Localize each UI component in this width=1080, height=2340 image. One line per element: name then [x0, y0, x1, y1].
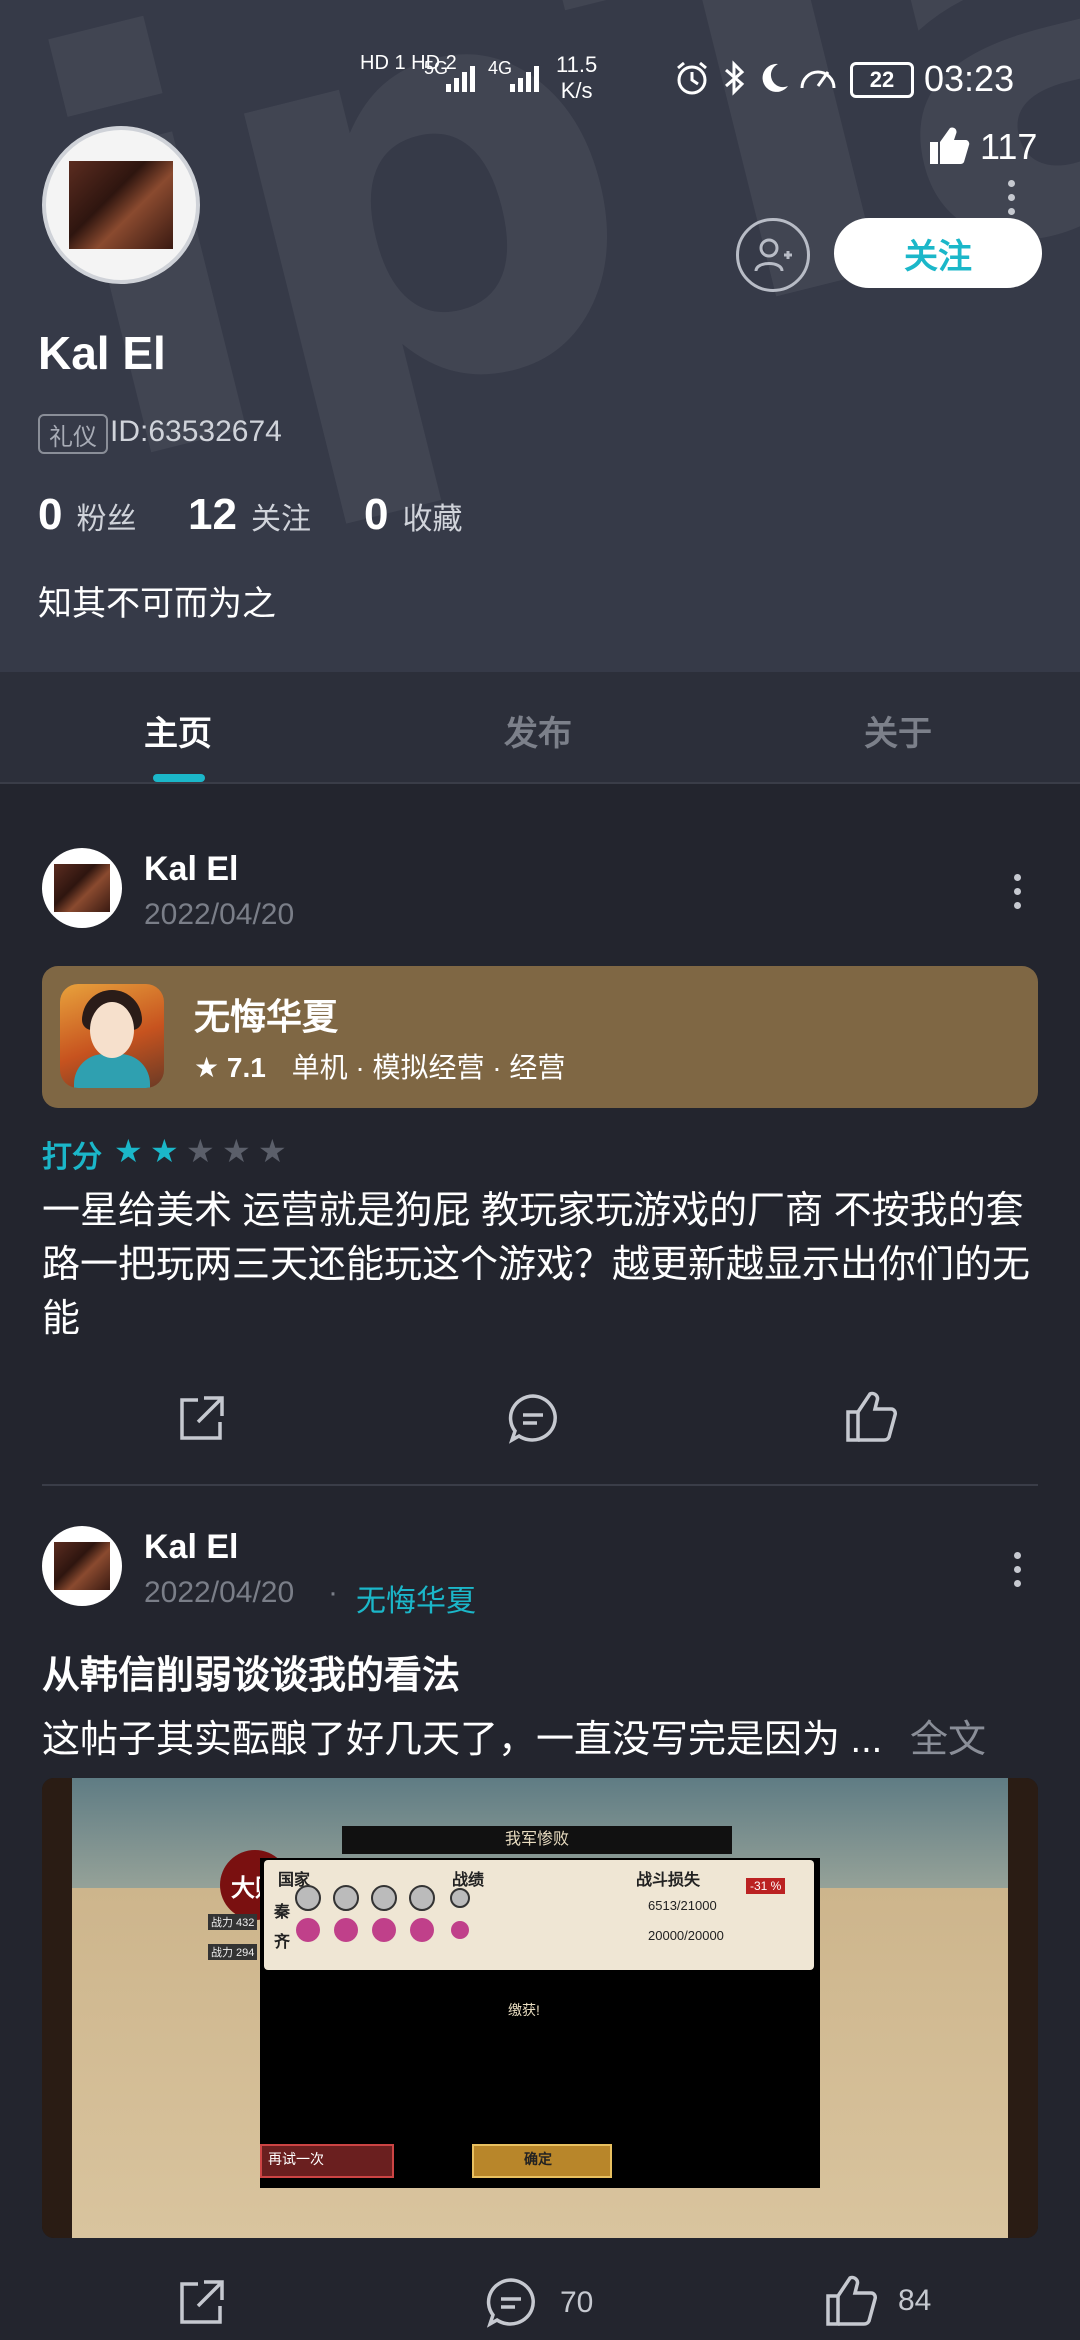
game-tags: 单机 · 模拟经营 · 经营 — [291, 1052, 566, 1083]
post-author-avatar[interactable] — [42, 1526, 122, 1606]
share-icon — [180, 1396, 224, 1440]
game-title: 无悔华夏 — [194, 996, 339, 1037]
post-date: 2022/04/20 — [144, 1576, 295, 1609]
post-author-avatar[interactable] — [42, 848, 122, 928]
star-empty-icon: ★ — [222, 1133, 251, 1169]
post-author-name[interactable]: Kal El — [144, 850, 238, 889]
confirm-label: 确定 — [524, 2151, 552, 2167]
captured-label: 缴获! — [508, 2002, 540, 2018]
more-options-icon[interactable] — [1008, 180, 1016, 222]
battery-icon: 22 — [850, 62, 914, 98]
alarm-icon — [674, 60, 710, 101]
profile-tabs: 主页 发布 关于 — [0, 672, 1080, 784]
bluetooth-icon — [720, 60, 748, 101]
star-filled-icon: ★ — [114, 1133, 143, 1169]
tab-about[interactable]: 关于 — [864, 706, 932, 755]
row1-power: 战力 432 — [208, 1914, 258, 1930]
row1-loss: 6513/21000 — [648, 1898, 717, 1913]
like-count: 84 — [898, 2284, 932, 2317]
row1-country: 秦 — [274, 1904, 291, 1921]
rating-label: 打分 — [42, 1141, 102, 1174]
comment-button[interactable] — [506, 1392, 560, 1446]
share-button[interactable] — [174, 2276, 228, 2330]
profile-bio: 知其不可而为之 — [38, 585, 276, 623]
thumbs-up-outline-icon — [826, 2275, 877, 2326]
post-divider — [42, 1484, 1038, 1486]
like-button[interactable] — [844, 1390, 898, 1444]
unit-icons-row2 — [290, 1914, 470, 1951]
retry-label: 再试一次 — [268, 2151, 324, 2167]
game-icon — [60, 984, 164, 1088]
comment-icon — [508, 1394, 557, 1444]
game-rating: 7.1 — [226, 1052, 266, 1083]
dialog-title: 我军惨败 — [342, 1826, 732, 1854]
profile-likes-count: 117 — [980, 126, 1038, 167]
read-more-link[interactable]: 全文 — [910, 1708, 986, 1763]
thumbs-up-outline-icon — [846, 1391, 897, 1442]
comment-icon — [486, 2278, 535, 2328]
post-author-name[interactable]: Kal El — [144, 1528, 238, 1567]
profile-name: Kal El — [38, 327, 166, 379]
star-empty-icon: ★ — [258, 1133, 287, 1169]
post-image[interactable]: 大败 我军惨败 国家 战绩 战斗损失 战力 432 秦 6513/21000 -… — [42, 1778, 1038, 2238]
game-link[interactable]: 无悔华夏 — [356, 1576, 476, 1620]
network-speed: 11.5 K/s — [556, 52, 598, 103]
add-user-icon — [754, 238, 792, 272]
star-icon: ★ — [194, 1052, 220, 1083]
avatar[interactable] — [42, 126, 200, 284]
like-button[interactable]: 84 — [824, 2274, 931, 2328]
active-tab-indicator — [153, 774, 205, 782]
game-card[interactable]: 无悔华夏 ★ 7.1 单机 · 模拟经营 · 经营 — [42, 966, 1038, 1108]
review-text: 一星给美术 运营就是狗屁 教玩家玩游戏的厂商 不按我的套路一把玩两三天还能玩这个… — [42, 1190, 1031, 1340]
clock: 03:23 — [924, 58, 1015, 99]
post-more-icon[interactable] — [1014, 1552, 1022, 1594]
tab-posts[interactable]: 发布 — [504, 706, 572, 755]
meta-separator: · — [328, 1576, 338, 1609]
signal-5g-icon — [444, 62, 480, 99]
moon-icon — [756, 60, 792, 101]
post-more-icon[interactable] — [1014, 874, 1022, 916]
thumbs-up-icon — [926, 124, 970, 171]
game-meta: ★ 7.1 单机 · 模拟经营 · 经营 — [194, 1046, 565, 1086]
speedometer-icon — [798, 60, 838, 101]
post-excerpt: 这帖子其实酝酿了好几天了，一直没写完是因为 ... — [42, 1719, 883, 1761]
star-filled-icon: ★ — [150, 1133, 179, 1169]
following-stat[interactable]: 12 关注 — [188, 490, 311, 540]
post-date: 2022/04/20 — [144, 898, 295, 931]
share-icon — [180, 2280, 224, 2324]
user-id: ID:63532674 — [110, 415, 282, 448]
favorites-stat[interactable]: 0 收藏 — [364, 490, 462, 540]
user-badge: 礼仪 — [38, 414, 108, 454]
row2-country: 齐 — [274, 1934, 291, 1951]
follow-button[interactable]: 关注 — [834, 218, 1042, 288]
add-friend-button[interactable] — [736, 218, 810, 292]
comment-count: 70 — [560, 2286, 594, 2319]
row2-power: 战力 294 — [208, 1944, 258, 1960]
star-empty-icon: ★ — [186, 1133, 215, 1169]
share-button[interactable] — [174, 1392, 228, 1446]
signal-4g-icon — [508, 62, 544, 99]
comment-button[interactable]: 70 — [484, 2276, 593, 2330]
row1-pct: -31 % — [746, 1878, 786, 1894]
tab-home[interactable]: 主页 — [144, 706, 212, 755]
row2-loss: 20000/20000 — [648, 1928, 724, 1943]
fans-stat[interactable]: 0 粉丝 — [38, 490, 136, 540]
col-loss: 战斗损失 — [636, 1872, 701, 1889]
post-title[interactable]: 从韩信削弱谈谈我的看法 — [42, 1644, 460, 1699]
